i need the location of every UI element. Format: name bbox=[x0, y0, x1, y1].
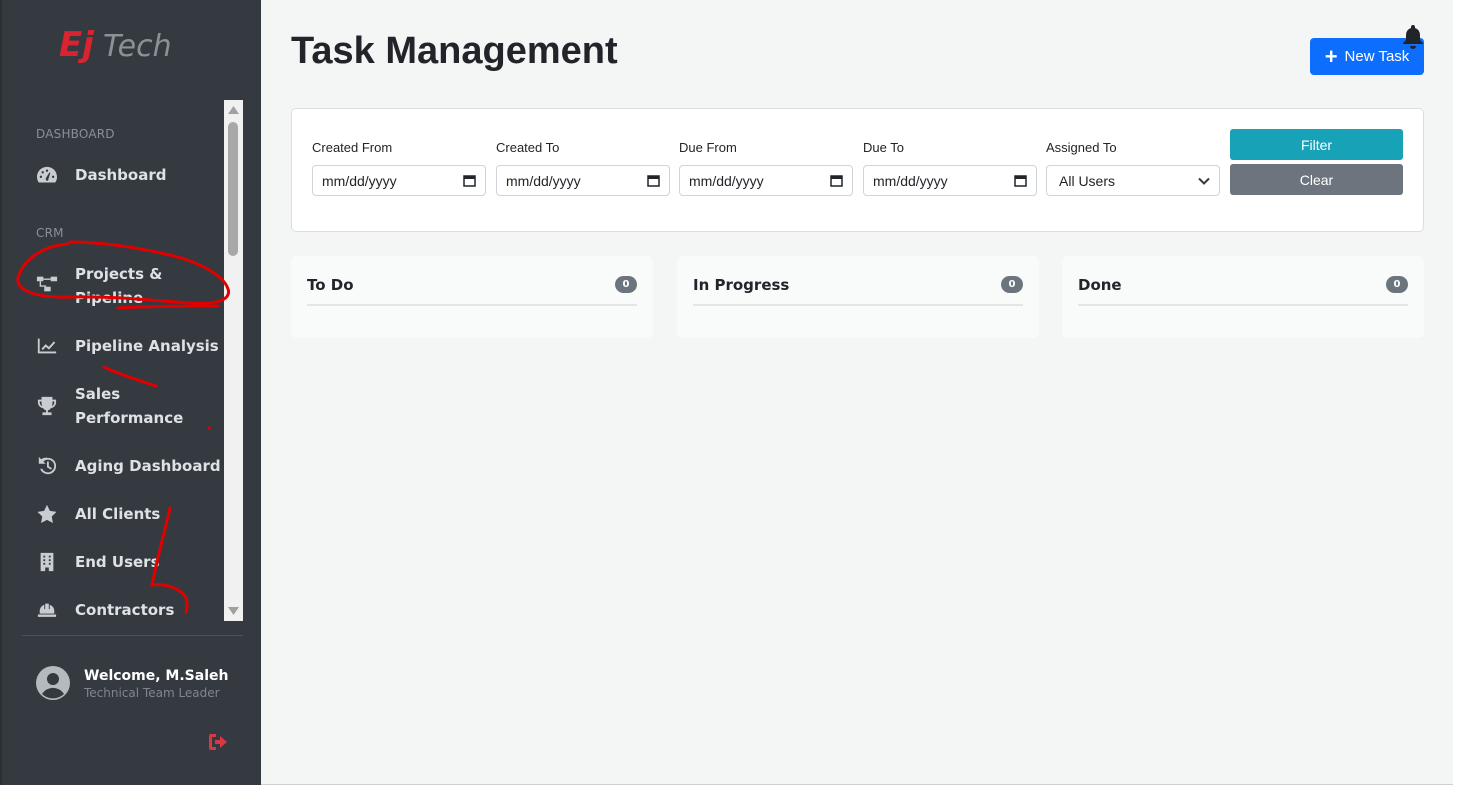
svg-text:Ej: Ej bbox=[59, 25, 95, 65]
column-title: In Progress bbox=[693, 276, 790, 294]
tachometer-icon bbox=[36, 163, 64, 187]
main-content: Task Management + New Task Created From … bbox=[261, 0, 1453, 784]
created-to-input[interactable]: mm/dd/yyyy bbox=[496, 165, 670, 196]
chart-line-icon bbox=[36, 334, 64, 358]
scroll-up-arrow-icon[interactable] bbox=[224, 100, 243, 120]
created-from-group: Created From mm/dd/yyyy bbox=[312, 140, 486, 196]
chevron-down-icon bbox=[1198, 177, 1210, 185]
column-count-badge: 0 bbox=[615, 276, 637, 293]
sidebar-item-aging-dashboard[interactable]: Aging Dashboard bbox=[36, 454, 221, 478]
sidebar-item-dashboard[interactable]: Dashboard bbox=[36, 163, 221, 187]
notification-bell-icon[interactable] bbox=[1401, 24, 1425, 50]
svg-text:Tech: Tech bbox=[103, 29, 172, 64]
sidebar-item-label: Contractors bbox=[75, 601, 175, 619]
section-label-crm: CRM bbox=[36, 226, 64, 240]
sidebar-nav: DASHBOARD Dashboard CRM Projects & Pipel… bbox=[2, 98, 245, 622]
due-from-group: Due From mm/dd/yyyy bbox=[679, 140, 853, 196]
assigned-to-select[interactable]: All Users bbox=[1046, 165, 1220, 196]
created-from-value: mm/dd/yyyy bbox=[322, 172, 397, 189]
created-from-input[interactable]: mm/dd/yyyy bbox=[312, 165, 486, 196]
sidebar-item-sales-performance[interactable]: Sales Performance bbox=[36, 382, 221, 430]
sidebar-item-pipeline-analysis[interactable]: Pipeline Analysis bbox=[36, 334, 221, 358]
due-from-label: Due From bbox=[679, 140, 737, 155]
sidebar-item-label: Dashboard bbox=[75, 166, 167, 184]
section-label-dashboard: DASHBOARD bbox=[36, 127, 115, 141]
clear-button[interactable]: Clear bbox=[1230, 164, 1403, 195]
sidebar-item-all-clients[interactable]: All Clients bbox=[36, 502, 221, 526]
page-title: Task Management bbox=[291, 30, 618, 72]
user-text: Welcome, M.Saleh Technical Team Leader bbox=[84, 666, 228, 700]
sidebar-scrollbar[interactable] bbox=[224, 100, 243, 621]
sidebar-item-label: Pipeline Analysis bbox=[75, 337, 219, 355]
sidebar-item-contractors[interactable]: Contractors bbox=[36, 598, 221, 622]
sidebar-item-label: Aging Dashboard bbox=[75, 457, 221, 475]
column-divider bbox=[307, 304, 637, 306]
user-role: Technical Team Leader bbox=[84, 686, 220, 700]
assigned-to-group: Assigned To All Users bbox=[1046, 140, 1220, 196]
kanban-column-todo: To Do 0 bbox=[291, 256, 653, 338]
logout-icon[interactable] bbox=[208, 733, 230, 751]
user-avatar-icon bbox=[36, 666, 70, 700]
sidebar-item-label: End Users bbox=[75, 553, 160, 571]
star-icon bbox=[36, 502, 64, 526]
calendar-icon[interactable] bbox=[463, 174, 476, 187]
scrollbar-thumb[interactable] bbox=[228, 122, 238, 256]
due-from-input[interactable]: mm/dd/yyyy bbox=[679, 165, 853, 196]
sidebar-item-label-line2: Pipeline bbox=[75, 289, 144, 307]
sidebar-item-label-line1: Sales bbox=[75, 385, 121, 403]
sidebar-item-end-users[interactable]: End Users bbox=[36, 550, 221, 574]
calendar-icon[interactable] bbox=[830, 174, 843, 187]
scroll-down-arrow-icon[interactable] bbox=[224, 601, 243, 621]
building-icon bbox=[36, 550, 64, 574]
created-to-value: mm/dd/yyyy bbox=[506, 172, 581, 189]
kanban-column-in-progress: In Progress 0 bbox=[677, 256, 1039, 338]
user-profile: Welcome, M.Saleh Technical Team Leader bbox=[36, 666, 228, 700]
column-count-badge: 0 bbox=[1386, 276, 1408, 293]
sidebar: Ej Tech DASHBOARD Dashboard CRM Projects… bbox=[0, 0, 261, 785]
column-count-badge: 0 bbox=[1001, 276, 1023, 293]
kanban-column-done: Done 0 bbox=[1062, 256, 1424, 338]
trophy-icon bbox=[36, 394, 64, 418]
sidebar-item-label-line2: Performance bbox=[75, 409, 184, 427]
column-divider bbox=[1078, 304, 1408, 306]
assigned-to-value: All Users bbox=[1059, 172, 1116, 189]
filter-button[interactable]: Filter bbox=[1230, 129, 1403, 160]
history-icon bbox=[36, 454, 64, 478]
calendar-icon[interactable] bbox=[1014, 174, 1027, 187]
brand-logo[interactable]: Ej Tech bbox=[57, 22, 212, 68]
sidebar-divider bbox=[22, 635, 243, 636]
due-to-label: Due To bbox=[863, 140, 904, 155]
sidebar-item-label: Projects & Pipeline bbox=[75, 262, 162, 310]
sidebar-item-label-line1: Projects & bbox=[75, 265, 163, 283]
filter-panel: Created From mm/dd/yyyy Created To mm/dd… bbox=[291, 108, 1424, 232]
created-to-group: Created To mm/dd/yyyy bbox=[496, 140, 670, 196]
assigned-to-label: Assigned To bbox=[1046, 140, 1117, 155]
welcome-text: Welcome, M.Saleh bbox=[84, 668, 229, 684]
plus-icon: + bbox=[1324, 43, 1338, 69]
due-to-group: Due To mm/dd/yyyy bbox=[863, 140, 1037, 196]
created-from-label: Created From bbox=[312, 140, 393, 155]
hard-hat-icon bbox=[36, 598, 64, 622]
sidebar-item-label: All Clients bbox=[75, 505, 161, 523]
column-divider bbox=[693, 304, 1023, 306]
column-title: To Do bbox=[307, 276, 354, 294]
created-to-label: Created To bbox=[496, 140, 560, 155]
due-to-input[interactable]: mm/dd/yyyy bbox=[863, 165, 1037, 196]
project-diagram-icon bbox=[36, 272, 64, 296]
calendar-icon[interactable] bbox=[647, 174, 660, 187]
column-title: Done bbox=[1078, 276, 1122, 294]
new-task-label: New Task bbox=[1344, 48, 1410, 65]
due-to-value: mm/dd/yyyy bbox=[873, 172, 948, 189]
sidebar-item-projects-pipeline[interactable]: Projects & Pipeline bbox=[36, 262, 221, 310]
due-from-value: mm/dd/yyyy bbox=[689, 172, 764, 189]
sidebar-item-label: Sales Performance bbox=[75, 382, 183, 430]
